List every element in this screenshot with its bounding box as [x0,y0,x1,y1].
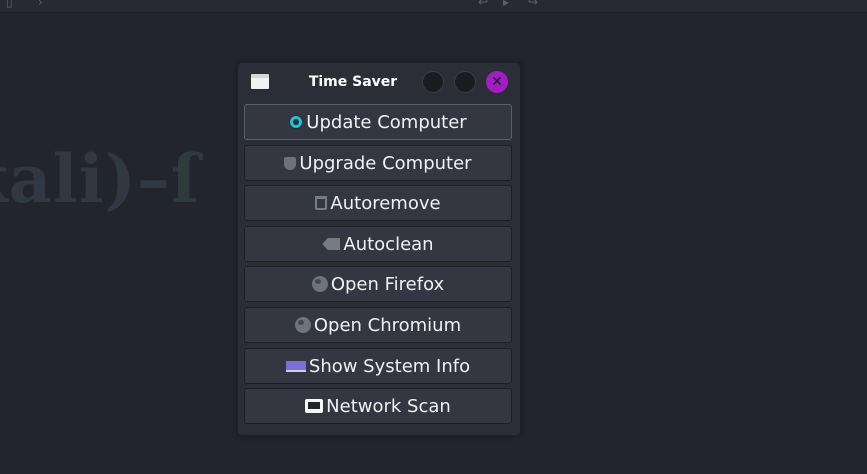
panel-app-icon[interactable]: ▯ [6,0,13,9]
button-label: Open Firefox [330,273,445,295]
autoremove-button[interactable]: Autoremove [244,185,512,221]
update-computer-button[interactable]: Update Computer [244,104,512,140]
window-titlebar[interactable]: Time Saver ✕ [238,63,520,101]
button-label: Update Computer [306,111,467,133]
show-system-info-button[interactable]: Show System Info [244,348,512,384]
shield-icon [284,156,297,170]
update-icon [289,115,304,129]
panel-forward-icon[interactable]: ↪ [528,0,538,9]
network-scan-button[interactable]: Network Scan [244,388,512,424]
trash-icon [315,196,328,210]
window-title: Time Saver [308,74,398,90]
eraser-icon [322,238,341,250]
desktop-top-panel: ▯ › ↩ ▸ ↪ [0,0,867,13]
monitor-icon [305,399,324,413]
panel-back-icon[interactable]: ↩ [478,0,488,9]
close-icon: ✕ [491,74,503,90]
window-app-icon [251,74,269,89]
button-label: Autoremove [330,192,441,214]
button-label: Show System Info [308,355,471,377]
maximize-button[interactable] [454,71,476,93]
globe-icon [311,276,328,292]
open-firefox-button[interactable]: Open Firefox [244,266,512,302]
upgrade-computer-button[interactable]: Upgrade Computer [244,145,512,181]
time-saver-window: Time Saver ✕ Update Computer Upgrade Com… [237,62,521,436]
open-chromium-button[interactable]: Open Chromium [244,307,512,343]
wallpaper-kali-logo: kali)–ſ [0,140,201,218]
button-label: Upgrade Computer [299,152,472,174]
button-label: Autoclean [343,233,434,255]
close-button[interactable]: ✕ [486,71,508,93]
button-label: Network Scan [326,395,451,417]
autoclean-button[interactable]: Autoclean [244,226,512,262]
globe-icon [294,317,311,333]
panel-play-icon[interactable]: ▸ [503,0,509,9]
button-label: Open Chromium [313,314,462,336]
laptop-icon [285,360,306,372]
minimize-button[interactable] [422,71,444,93]
panel-chevron-icon[interactable]: › [38,0,43,9]
